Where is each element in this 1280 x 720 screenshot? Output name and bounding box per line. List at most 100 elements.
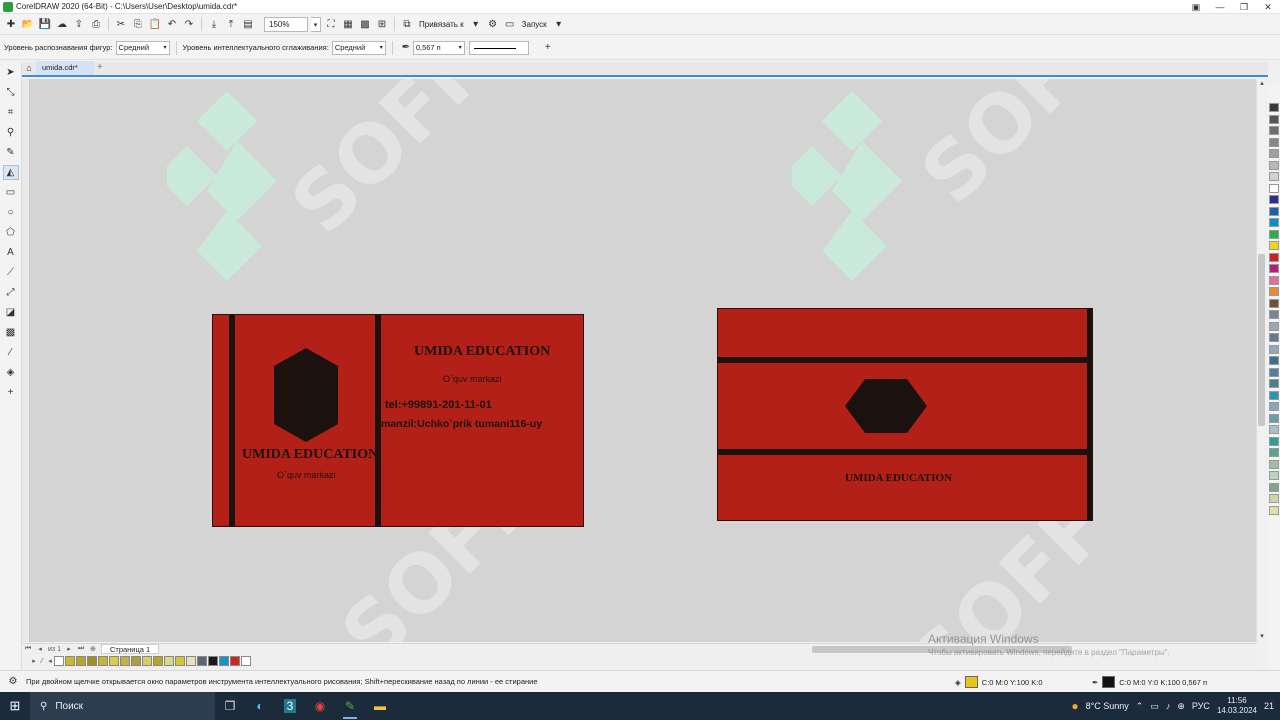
palette-swatch[interactable] — [1269, 344, 1279, 354]
print-icon[interactable]: ⎙ — [89, 17, 103, 31]
prev-page-icon[interactable]: ◂ — [36, 645, 44, 653]
palette-swatch[interactable] — [1269, 425, 1279, 434]
palette-swatch[interactable] — [1269, 218, 1279, 227]
document-palette-swatch[interactable] — [142, 656, 152, 666]
ellipse-tool-icon[interactable]: ○ — [4, 206, 18, 219]
home-icon[interactable]: ⌂ — [22, 61, 36, 75]
undo-icon[interactable]: ↶ — [165, 17, 179, 31]
palette-swatch[interactable] — [1269, 321, 1279, 331]
document-palette-swatch[interactable] — [230, 656, 240, 666]
snap-icon[interactable]: ⧉ — [400, 17, 414, 31]
palette-swatch[interactable] — [1269, 333, 1279, 342]
document-palette-swatch[interactable] — [241, 656, 251, 666]
document-palette-swatch[interactable] — [87, 656, 97, 666]
connector-tool-icon[interactable]: ⤢ — [4, 286, 18, 299]
chevron-down-icon[interactable]: ▾ — [552, 17, 566, 31]
palette-swatch[interactable] — [1269, 356, 1279, 365]
smart-drawing-tool-icon[interactable]: ◭ — [2, 165, 19, 180]
launch-menu[interactable]: Запуск — [520, 20, 549, 29]
add-page-icon[interactable]: ⊕ — [89, 645, 97, 653]
business-card-front[interactable]: UMIDA EDUCATION O`quv markazi UMIDA EDUC… — [212, 314, 584, 527]
palette-swatch[interactable] — [1269, 448, 1279, 457]
no-color-swatch[interactable] — [54, 656, 64, 666]
palette-swatch[interactable] — [1269, 126, 1279, 135]
page-tab-1[interactable]: Страница 1 — [100, 644, 160, 654]
polygon-tool-icon[interactable]: ⬠ — [4, 226, 18, 239]
app-3-icon[interactable]: 3 — [275, 692, 305, 720]
palette-swatch[interactable] — [1269, 298, 1279, 308]
globe-icon[interactable]: ⊕ — [1177, 701, 1185, 712]
eyedropper-icon[interactable]: ⁄ — [38, 658, 46, 665]
palette-swatch[interactable] — [1269, 229, 1279, 239]
vertical-scrollbar[interactable]: ▴ ▾ — [1256, 79, 1266, 642]
freehand-tool-icon[interactable]: ✎ — [4, 146, 18, 159]
volume-icon[interactable]: ♪ — [1166, 701, 1171, 711]
save-icon[interactable]: 💾 — [38, 17, 52, 31]
paste-icon[interactable]: 📋 — [148, 17, 162, 31]
document-palette-swatch[interactable] — [175, 656, 185, 666]
palette-swatch[interactable] — [1269, 505, 1279, 515]
shape-recognition-select[interactable]: Средний ▾ — [115, 40, 170, 55]
document-palette-swatch[interactable] — [65, 656, 75, 666]
guidelines-icon[interactable]: ⊞ — [375, 17, 389, 31]
line-style-select[interactable] — [468, 40, 529, 55]
minimize-button[interactable]: — — [1208, 0, 1232, 14]
clock[interactable]: 11:56 14.03.2024 — [1217, 696, 1257, 716]
weather-text[interactable]: 8°C Sunny — [1086, 701, 1129, 711]
export-icon[interactable]: ⤒ — [224, 17, 238, 31]
rulers-icon[interactable]: ▦ — [341, 17, 355, 31]
language-indicator[interactable]: РУС — [1192, 701, 1210, 711]
palette-swatch[interactable] — [1269, 287, 1279, 296]
palette-swatch[interactable] — [1269, 149, 1279, 158]
transparency-tool-icon[interactable]: ▩ — [4, 326, 18, 339]
add-tool-icon[interactable]: + — [4, 386, 18, 399]
open-icon[interactable]: 📂 — [21, 17, 35, 31]
palette-swatch[interactable] — [1269, 137, 1279, 147]
palette-swatch[interactable] — [1269, 402, 1279, 411]
document-palette-swatch[interactable] — [153, 656, 163, 666]
palette-swatch[interactable] — [1269, 436, 1279, 446]
document-palette-swatch[interactable] — [186, 656, 196, 666]
tab-umida-document[interactable]: umida.cdr* — [36, 61, 94, 75]
palette-swatch[interactable] — [1269, 172, 1279, 181]
palette-swatch[interactable] — [1269, 206, 1279, 216]
coreldraw-taskbar-icon[interactable]: ✎ — [335, 692, 365, 720]
palette-swatch[interactable] — [1269, 195, 1279, 204]
palette-swatch[interactable] — [1269, 241, 1279, 250]
pick-tool-icon[interactable]: ➤ — [4, 66, 18, 79]
document-palette-swatch[interactable] — [76, 656, 86, 666]
palette-swatch[interactable] — [1269, 459, 1279, 469]
new-document-icon[interactable]: ✚ — [4, 17, 18, 31]
drawing-canvas[interactable]: SOFF SOFF SOFF SOFF UMIDA EDUCATION O`qu… — [22, 79, 1258, 642]
document-palette-swatch[interactable] — [98, 656, 108, 666]
palette-left-icon[interactable]: ◂ — [46, 657, 54, 665]
task-view-icon[interactable]: ❐ — [215, 692, 245, 720]
taskbar-search[interactable]: ⚲ Поиск — [30, 692, 215, 720]
cut-icon[interactable]: ✂ — [114, 17, 128, 31]
edge-icon[interactable]: ◐ — [245, 692, 275, 720]
fill-tool-icon[interactable]: ◈ — [4, 366, 18, 379]
zoom-level-field[interactable]: 150% — [264, 16, 308, 32]
gear-icon[interactable]: ⚙ — [6, 675, 20, 689]
document-palette-swatch[interactable] — [208, 656, 218, 666]
zoom-tool-icon[interactable]: ⚲ — [4, 126, 18, 139]
scroll-up-icon[interactable]: ▴ — [1257, 79, 1267, 89]
file-explorer-icon[interactable]: ▬ — [365, 692, 395, 720]
copy-icon[interactable]: ⎘ — [131, 17, 145, 31]
shape-tool-icon[interactable]: ⤡ — [4, 86, 18, 99]
notification-count[interactable]: 21 — [1264, 701, 1274, 711]
options-gear-icon[interactable]: ⚙ — [486, 17, 500, 31]
palette-scroll-icon[interactable]: ▸ — [30, 657, 38, 665]
eyedropper-tool-icon[interactable]: ⁄ — [4, 346, 18, 359]
redo-icon[interactable]: ↷ — [182, 17, 196, 31]
cloud-icon[interactable]: ☁ — [55, 17, 69, 31]
help-button[interactable]: ▣ — [1184, 0, 1208, 14]
add-icon[interactable]: + — [541, 41, 555, 55]
chrome-icon[interactable]: ◉ — [305, 692, 335, 720]
windows-start-icon[interactable]: ⊞ — [0, 692, 30, 720]
zoom-dropdown-arrow[interactable]: ▾ — [311, 16, 321, 32]
outline-width-select[interactable]: 0,567 п ▾ — [412, 40, 465, 55]
palette-swatch[interactable] — [1269, 252, 1279, 262]
restore-button[interactable]: ❐ — [1232, 0, 1256, 14]
pdf-icon[interactable]: ▤ — [241, 17, 255, 31]
